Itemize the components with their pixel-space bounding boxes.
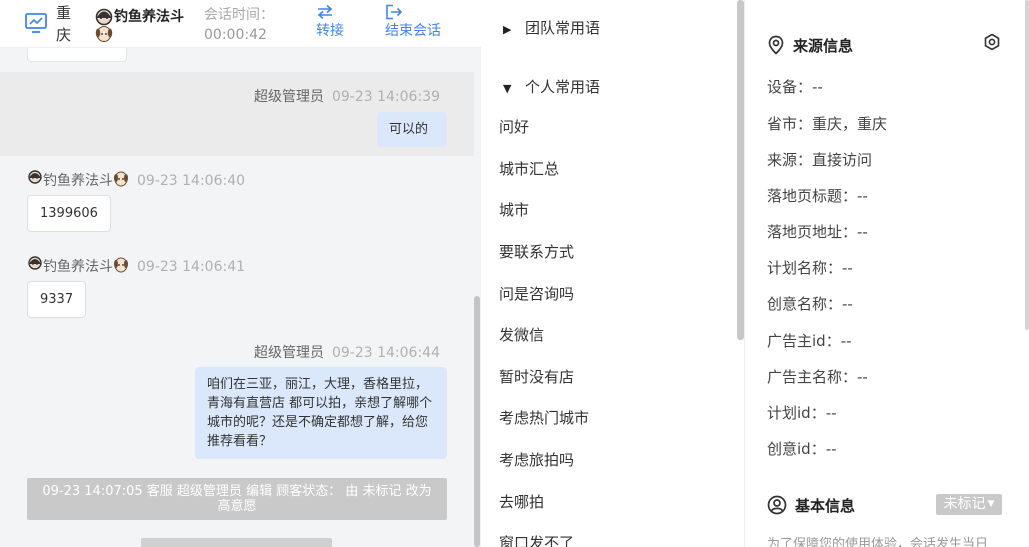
phrase-item[interactable]: 要联系方式 [499, 241, 574, 262]
basic-info-title: 基本信息 [795, 497, 856, 515]
info-scrollbar[interactable] [1025, 0, 1029, 330]
customer-tag-dropdown[interactable]: 未标记 ▼ [936, 494, 1002, 515]
customer-avatar-icon [28, 170, 42, 184]
basic-info-header: 基本信息 [767, 495, 855, 516]
chat-header: 重庆 钓鱼养法斗 会话时间： 00:00:42 转接 结束会话 [0, 0, 481, 48]
dog-emoji-icon [114, 257, 128, 273]
info-field-landing-title: 落地页标题：-- [767, 187, 868, 205]
transfer-icon [317, 4, 333, 20]
info-field-province: 省市：重庆，重庆 [767, 115, 888, 133]
personal-phrases-label: 个人常用语 [525, 78, 601, 96]
sender-name: 钓鱼养法斗 [43, 173, 113, 189]
message-bubble-peer: 1399606 [27, 195, 111, 232]
phrase-item[interactable]: 考虑旅拍吗 [499, 449, 574, 470]
load-more-bar[interactable] [141, 538, 332, 547]
info-field-creative-name: 创意名称：-- [767, 295, 853, 313]
phrase-item[interactable]: 问是咨询吗 [499, 283, 574, 304]
info-field-device: 设备：-- [767, 78, 823, 96]
personal-phrases-group[interactable]: ▼ 个人常用语 [503, 76, 600, 97]
phrase-item[interactable]: 去哪拍 [499, 491, 544, 512]
message-meta: 超级管理员 09-23 14:06:44 [254, 342, 440, 362]
chat-panel: 超级管理员 09-23 14:06:39 可以的 钓鱼养法斗 09-23 14:06… [0, 0, 481, 547]
message-time: 09-23 14:06:40 [137, 173, 246, 189]
phrase-item[interactable]: 考虑热门城市 [499, 407, 589, 428]
team-phrases-label: 团队常用语 [525, 19, 601, 37]
message-bubble-self: 咱们在三亚，丽江，大理，香格里拉，青海有直营店 都可以拍，亲想了解哪个城市的呢？… [195, 367, 447, 459]
info-field-creative-id: 创意id：-- [767, 440, 837, 458]
sender-name: 超级管理员 [253, 345, 324, 361]
message-list[interactable]: 超级管理员 09-23 14:06:39 可以的 钓鱼养法斗 09-23 14:06… [0, 0, 474, 547]
end-session-button[interactable]: 结束会话 [385, 0, 441, 48]
info-field-plan-id: 计划id：-- [767, 404, 837, 422]
phrases-scrollbar[interactable] [737, 0, 744, 340]
system-status-note: 09-23 14:07:05 客服 超级管理员 编辑 顾客状态： 由 未标记 改… [27, 478, 447, 520]
transfer-label: 转接 [316, 23, 344, 39]
customer-city: 重庆 [56, 4, 72, 44]
message-time: 09-23 14:06:44 [331, 345, 440, 361]
customer-tag-label: 未标记 [943, 496, 986, 512]
message-meta: 钓鱼养法斗 09-23 14:06:41 [27, 256, 245, 276]
end-session-label: 结束会话 [385, 23, 441, 39]
session-time-label: 会话时间： [204, 7, 274, 23]
customer-avatar-icon [28, 256, 42, 270]
customer-info-panel: 来源信息 设备：-- 省市：重庆，重庆 来源：直接访问 落地页标题：-- 落地页… [745, 0, 1029, 547]
phrase-item[interactable]: 问好 [499, 116, 529, 137]
privacy-note: 为了保障您的使用体验，会话发生当日 [767, 537, 989, 547]
source-info-header: 来源信息 [767, 35, 853, 56]
phrase-item[interactable]: 暂时没有店 [499, 366, 574, 387]
session-time-value: 00:00:42 [204, 27, 267, 43]
phrase-item[interactable]: 发微信 [499, 324, 544, 345]
source-info-title: 来源信息 [793, 37, 854, 55]
message-meta: 超级管理员 09-23 14:06:39 [254, 86, 440, 106]
chat-scrollbar[interactable] [474, 296, 480, 547]
customer-name: 钓鱼养法斗 [114, 9, 184, 25]
caret-down-icon: ▼ [987, 499, 995, 509]
phrase-item[interactable]: 窗口发不了 [499, 532, 574, 547]
caret-down-icon: ▼ [503, 82, 512, 95]
dog-emoji-icon [114, 171, 128, 187]
phrase-item[interactable]: 城市 [499, 199, 529, 220]
phrase-item[interactable]: 城市汇总 [499, 158, 559, 179]
team-phrases-group[interactable]: ▶ 团队常用语 [503, 17, 600, 38]
message-bubble-peer: 9337 [27, 281, 87, 318]
monitor-icon [25, 13, 47, 33]
info-field-advertiser-name: 广告主名称：-- [767, 368, 868, 386]
sender-name: 钓鱼养法斗 [43, 259, 113, 275]
sender-name: 超级管理员 [253, 89, 324, 105]
info-field-plan-name: 计划名称：-- [767, 259, 853, 277]
customer-avatar-icon [95, 8, 113, 42]
info-field-advertiser-id: 广告主id：-- [767, 332, 852, 350]
message-time: 09-23 14:06:41 [137, 259, 246, 275]
quick-phrases-panel: ▶ 团队常用语 ▼ 个人常用语 问好 城市汇总 城市 要联系方式 问是咨询吗 发微信… [481, 0, 745, 547]
transfer-button[interactable]: 转接 [316, 0, 344, 48]
location-pin-icon [768, 35, 784, 55]
caret-right-icon: ▶ [503, 23, 512, 36]
user-circle-icon [767, 495, 787, 515]
exit-icon [386, 4, 403, 20]
info-field-source: 来源：直接访问 [767, 151, 873, 169]
message-meta: 钓鱼养法斗 09-23 14:06:40 [27, 170, 245, 190]
message-bubble-self: 可以的 [377, 112, 447, 147]
message-time: 09-23 14:06:39 [331, 89, 440, 105]
info-field-landing-url: 落地页地址：-- [767, 223, 868, 241]
settings-icon[interactable] [983, 33, 1001, 51]
